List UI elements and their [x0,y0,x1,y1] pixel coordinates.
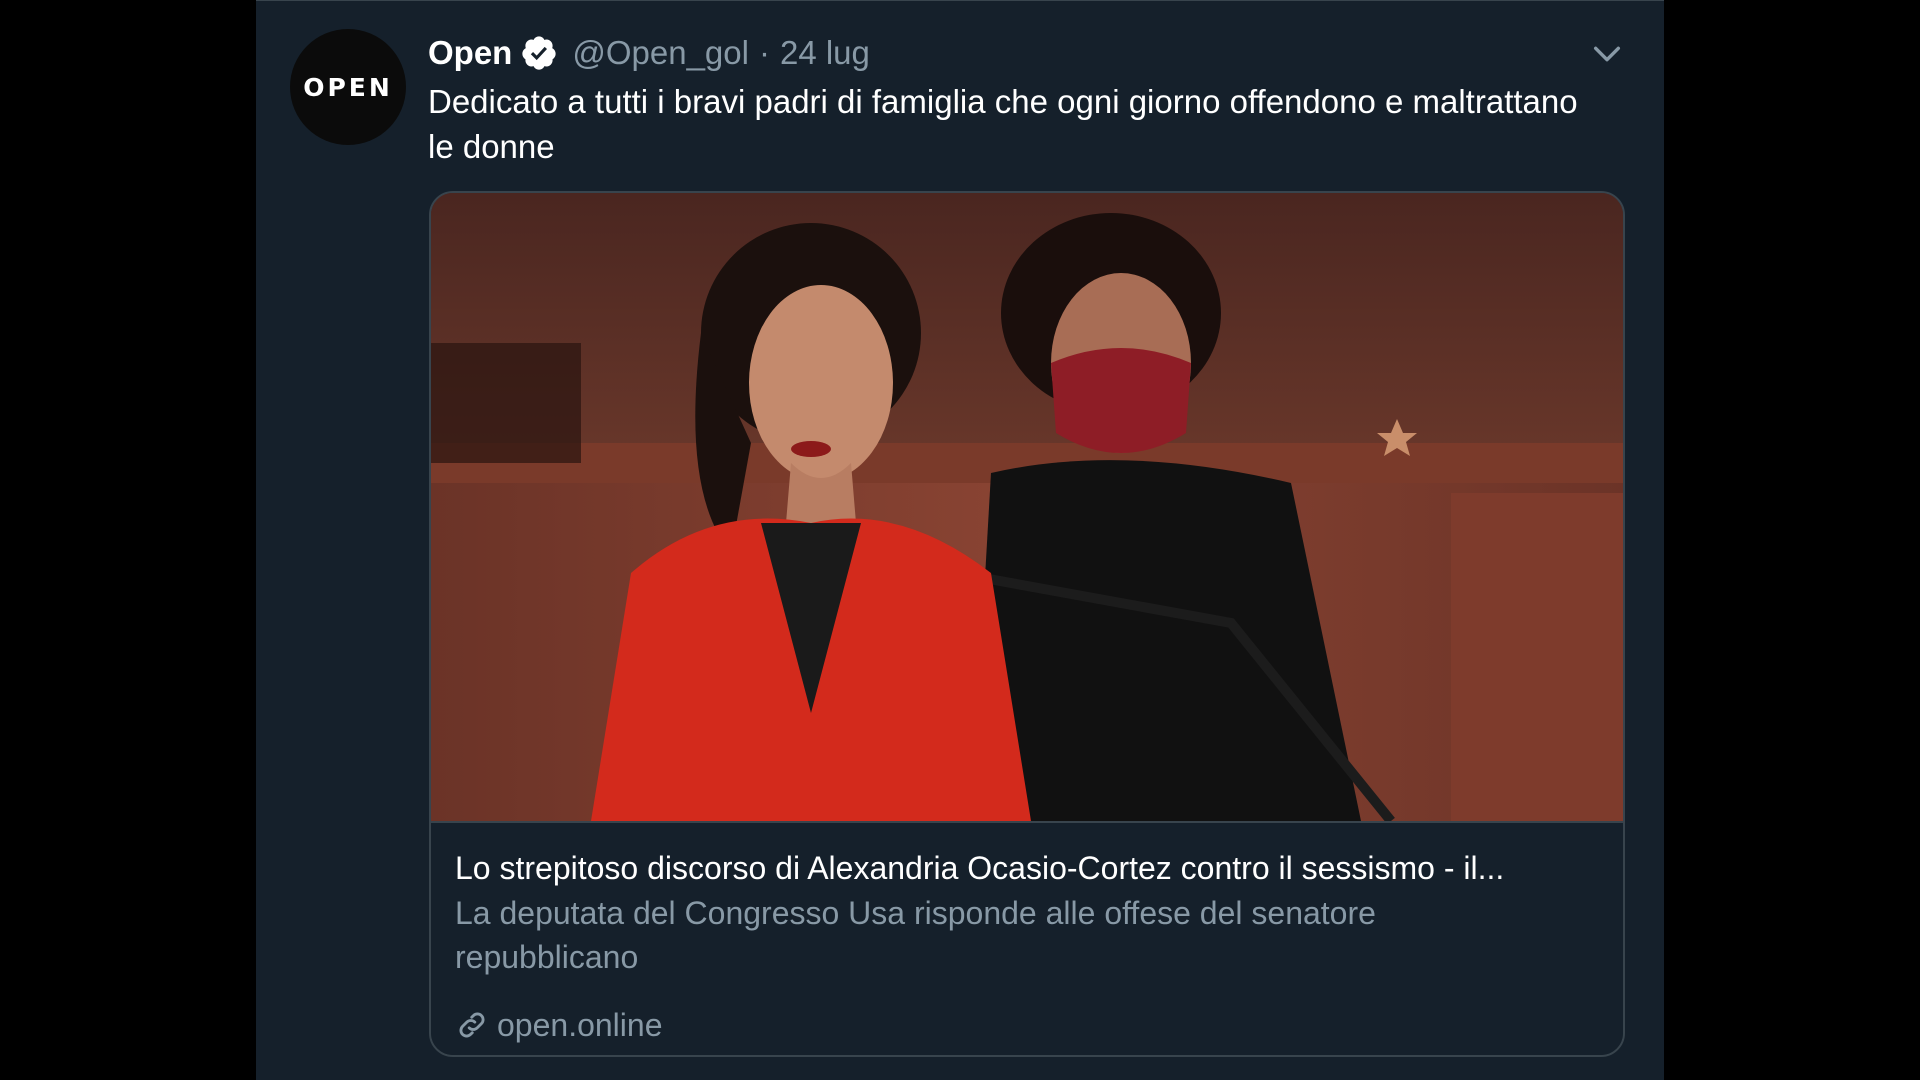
author-handle[interactable]: @Open_gol [572,34,749,72]
card-photo [431,193,1623,821]
tweet-header: Open @Open_gol · 24 lug [428,31,870,75]
tweet[interactable]: OPEN Open @Open_gol · 24 lug Dedicato a … [256,0,1664,1080]
link-icon [459,1012,485,1038]
avatar[interactable]: OPEN [290,29,406,145]
chevron-down-icon[interactable] [1590,37,1624,71]
tweet-date[interactable]: 24 lug [780,34,870,72]
author-name[interactable]: Open [428,34,512,72]
tweet-text: Dedicato a tutti i bravi padri di famigl… [428,83,1578,165]
link-preview-card[interactable]: Lo strepitoso discorso di Alexandria Oca… [429,191,1625,1057]
card-domain[interactable]: open.online [455,1005,662,1045]
avatar-logo-text: OPEN [303,72,393,102]
card-domain-text: open.online [497,1007,663,1043]
card-title[interactable]: Lo strepitoso discorso di Alexandria Oca… [455,847,1605,889]
screen: OPEN Open @Open_gol · 24 lug Dedicato a … [0,0,1920,1080]
verified-badge-icon [522,36,556,70]
card-body[interactable]: Lo strepitoso discorso di Alexandria Oca… [431,821,1623,1055]
card-image[interactable] [431,193,1623,821]
separator-dot: · [758,34,770,71]
card-description: La deputata del Congresso Usa risponde a… [455,895,1376,975]
